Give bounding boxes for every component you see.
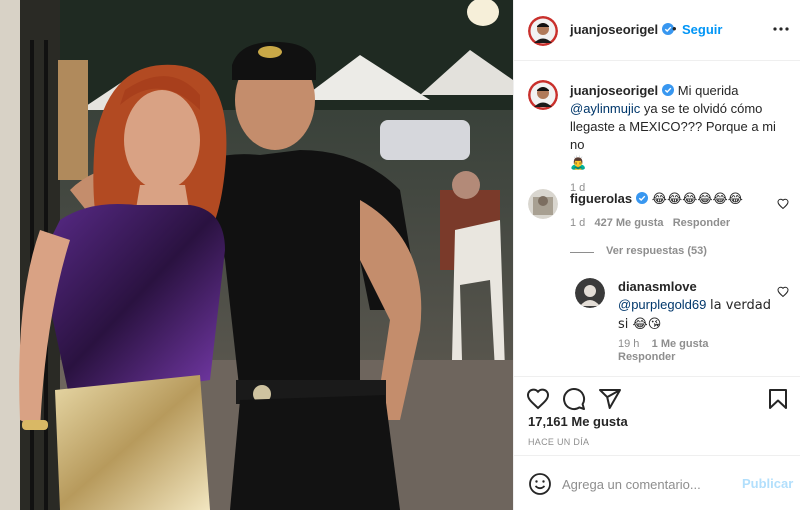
comment-like-heart-icon[interactable]: [777, 198, 789, 210]
comment-avatar-dianasmlove[interactable]: [575, 278, 605, 308]
comment-dianasmlove: dianasmlove @purplegold69 la verdad si 😂…: [618, 278, 778, 334]
photo-illustration: [0, 0, 513, 510]
heart-icon[interactable]: [526, 387, 550, 411]
post-header: juanjoseorigel • Seguir: [514, 0, 800, 61]
emoji-icon[interactable]: [528, 472, 552, 496]
instagram-post: juanjoseorigel • Seguir juanjoseorigel M…: [0, 0, 800, 510]
caption-text-before: Mi querida: [677, 83, 739, 98]
caption-username[interactable]: juanjoseorigel: [570, 83, 658, 98]
verified-badge-icon: [662, 84, 675, 96]
post-photo[interactable]: [0, 0, 513, 510]
post-timestamp: HACE UN DÍA: [528, 437, 590, 447]
comment-username[interactable]: dianasmlove: [618, 279, 697, 294]
comment-age: 19 h: [618, 338, 640, 350]
comment-likes[interactable]: 427 Me gusta: [594, 217, 663, 229]
comment-text: 😂😂😂😂😂😂: [651, 192, 743, 207]
comment-likes[interactable]: 1 Me gusta: [652, 338, 709, 350]
comment-avatar-figuerolas[interactable]: [528, 189, 558, 219]
follow-button[interactable]: Seguir: [682, 22, 722, 37]
add-comment-bar: Publicar: [514, 455, 800, 510]
more-options-icon[interactable]: [772, 22, 790, 36]
comment-like-heart-icon[interactable]: [777, 286, 789, 298]
view-replies-button[interactable]: Ver respuestas (53): [606, 245, 707, 257]
replies-divider: [570, 252, 594, 253]
comment-icon[interactable]: [562, 387, 586, 411]
comment-username[interactable]: figuerolas: [570, 191, 632, 206]
caption-author-avatar[interactable]: [528, 80, 558, 110]
author-username[interactable]: juanjoseorigel: [570, 22, 658, 37]
comment-meta: 1 d 427 Me gusta Responder: [570, 217, 730, 229]
publish-button[interactable]: Publicar: [742, 476, 793, 491]
bookmark-icon[interactable]: [766, 387, 790, 411]
reply-button[interactable]: Responder: [673, 217, 730, 229]
likes-count[interactable]: 17,161 Me gusta: [528, 414, 628, 429]
caption-emoji: 🙇‍♂️: [570, 156, 587, 171]
comment-figuerolas: figuerolas 😂😂😂😂😂😂: [570, 190, 770, 209]
comment-meta: 19 h 1 Me gusta Responder: [618, 338, 768, 364]
share-icon[interactable]: [598, 387, 622, 411]
comments-panel: juanjoseorigel • Seguir juanjoseorigel M…: [513, 0, 800, 510]
author-username-link[interactable]: juanjoseorigel: [570, 22, 675, 37]
caption-mention-link[interactable]: @aylinmujic: [570, 101, 640, 116]
author-avatar[interactable]: [528, 16, 558, 46]
comment-input[interactable]: [562, 470, 732, 498]
comment-mention-link[interactable]: @purplegold69: [618, 297, 706, 312]
comment-age: 1 d: [570, 217, 586, 229]
reply-button[interactable]: Responder: [618, 351, 675, 363]
post-caption: juanjoseorigel Mi querida @aylinmujic ya…: [570, 82, 788, 197]
separator-dot: •: [672, 21, 677, 36]
verified-badge-icon: [636, 192, 649, 204]
